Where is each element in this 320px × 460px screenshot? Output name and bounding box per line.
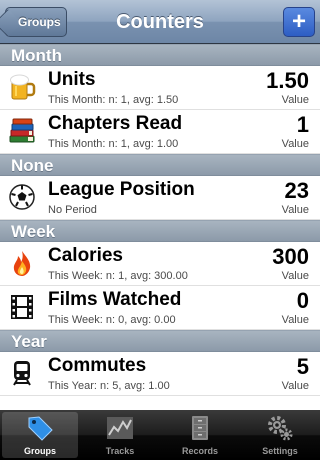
books-icon bbox=[9, 118, 35, 143]
chart-line-icon bbox=[107, 417, 133, 439]
counter-value: 5 bbox=[296, 354, 309, 379]
counter-title: League Position bbox=[48, 179, 195, 200]
counter-subtitle: This Month: n: 1, avg: 1.50 bbox=[48, 94, 179, 106]
counter-value: 1 bbox=[296, 112, 309, 137]
counter-title: Commutes bbox=[48, 355, 147, 376]
counter-subtitle: No Period bbox=[48, 204, 97, 216]
counter-subtitle: This Week: n: 0, avg: 0.00 bbox=[48, 314, 176, 326]
counter-value: 300 bbox=[272, 244, 309, 269]
navigation-bar: Groups Counters + bbox=[0, 0, 320, 44]
counter-value: 0 bbox=[296, 288, 309, 313]
section-header-year: Year bbox=[0, 330, 320, 352]
counter-value-label: Value bbox=[281, 138, 309, 150]
tab-label: Records bbox=[181, 446, 218, 456]
counter-row-commutes[interactable]: Commutes This Year: n: 5, avg: 1.00 5 Va… bbox=[0, 352, 320, 396]
counter-subtitle: This Year: n: 5, avg: 1.00 bbox=[48, 380, 170, 392]
counter-subtitle: This Month: n: 1, avg: 1.00 bbox=[48, 138, 179, 150]
page-title: Counters bbox=[116, 11, 204, 33]
counter-list[interactable]: Month Units This Month: n: 1, avg: 1.50 … bbox=[0, 44, 320, 410]
counter-row-units[interactable]: Units This Month: n: 1, avg: 1.50 1.50 V… bbox=[0, 66, 320, 110]
counter-value: 23 bbox=[284, 178, 309, 203]
train-icon bbox=[13, 361, 31, 386]
tab-settings[interactable]: Settings bbox=[242, 412, 318, 458]
film-strip-icon bbox=[11, 295, 33, 319]
section-header-month: Month bbox=[0, 44, 320, 66]
counter-value: 1.50 bbox=[266, 68, 309, 93]
counter-title: Chapters Read bbox=[48, 113, 183, 134]
tab-groups[interactable]: Groups bbox=[2, 412, 78, 458]
counter-title: Units bbox=[48, 69, 96, 90]
counter-subtitle: This Week: n: 1, avg: 300.00 bbox=[48, 270, 188, 282]
counter-row-films-watched[interactable]: Films Watched This Week: n: 0, avg: 0.00… bbox=[0, 286, 320, 330]
tab-bar: Groups Tracks Records Settings bbox=[0, 410, 320, 460]
counter-value-label: Value bbox=[281, 94, 309, 106]
counter-title: Films Watched bbox=[48, 289, 182, 310]
tab-records[interactable]: Records bbox=[162, 412, 238, 458]
beer-mug-icon bbox=[10, 74, 36, 100]
flame-icon bbox=[13, 251, 31, 276]
counter-row-chapters-read[interactable]: Chapters Read This Month: n: 1, avg: 1.0… bbox=[0, 110, 320, 154]
tag-icon bbox=[28, 416, 53, 441]
section-header-none: None bbox=[0, 154, 320, 176]
section-header-week: Week bbox=[0, 220, 320, 242]
tab-tracks[interactable]: Tracks bbox=[82, 412, 158, 458]
counter-value-label: Value bbox=[281, 314, 309, 326]
gears-icon bbox=[268, 416, 293, 441]
counter-row-calories[interactable]: Calories This Week: n: 1, avg: 300.00 30… bbox=[0, 242, 320, 286]
counter-row-league-position[interactable]: League Position No Period 23 Value bbox=[0, 176, 320, 220]
file-cabinet-icon bbox=[192, 416, 208, 440]
counter-value-label: Value bbox=[281, 380, 309, 392]
add-counter-button[interactable]: + bbox=[283, 7, 315, 37]
tab-label: Tracks bbox=[105, 446, 135, 456]
counter-title: Calories bbox=[48, 245, 123, 266]
counter-value-label: Value bbox=[281, 204, 309, 216]
tab-label: Settings bbox=[262, 446, 298, 456]
soccer-ball-icon bbox=[9, 184, 35, 210]
counter-value-label: Value bbox=[281, 270, 309, 282]
tab-label: Groups bbox=[23, 446, 56, 456]
